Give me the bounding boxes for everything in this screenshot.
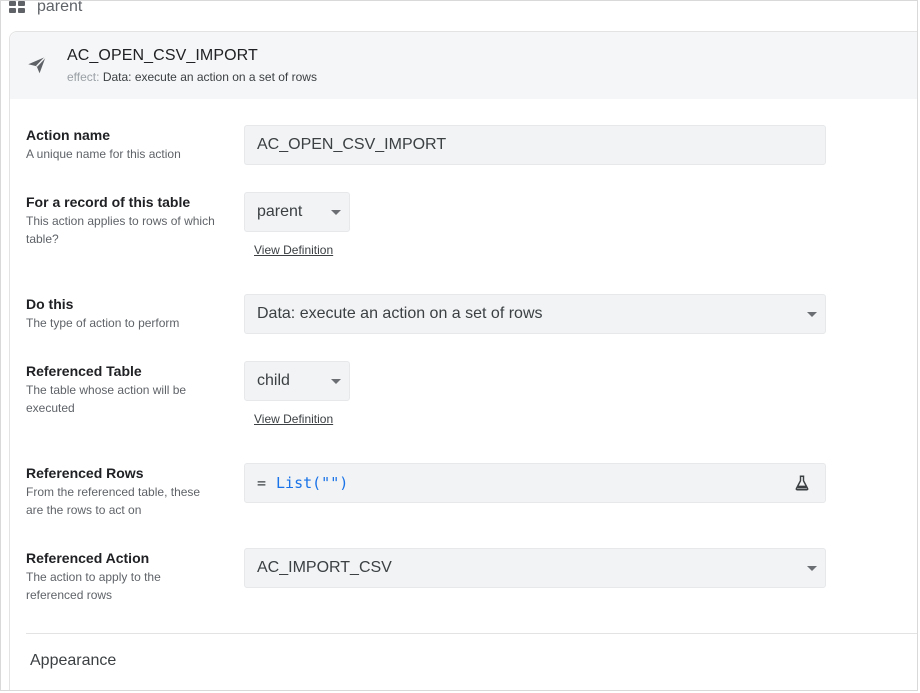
referenced-action-value: AC_IMPORT_CSV <box>257 559 392 576</box>
appearance-section-header[interactable]: Appearance <box>30 652 116 670</box>
section-divider <box>26 633 917 634</box>
formula-equals-sign: = <box>257 474 267 492</box>
referenced-table-select[interactable]: child <box>244 361 350 401</box>
action-header[interactable]: AC_OPEN_CSV_IMPORT effect: Data: execute… <box>10 32 917 99</box>
record-table-view-definition-link[interactable]: View Definition <box>254 243 333 257</box>
do-this-help: The type of action to perform <box>26 316 180 330</box>
referenced-action-row: Referenced Action The action to apply to… <box>26 549 216 604</box>
chevron-down-icon <box>331 210 341 215</box>
send-icon <box>28 56 47 74</box>
record-table-value: parent <box>257 203 303 220</box>
action-title: AC_OPEN_CSV_IMPORT <box>67 47 258 64</box>
action-name-label: Action name <box>26 127 111 143</box>
effect-prefix: effect: <box>67 70 100 84</box>
record-table-help: This action applies to rows of which tab… <box>26 214 215 246</box>
formula-text: List("") <box>276 474 349 492</box>
do-this-row: Do this The type of action to perform <box>26 295 216 332</box>
referenced-action-help: The action to apply to the referenced ro… <box>26 570 161 602</box>
action-name-row: Action name A unique name for this actio… <box>26 126 216 163</box>
action-effect: effect: Data: execute an action on a set… <box>67 70 317 84</box>
table-breadcrumb[interactable]: parent <box>9 0 83 19</box>
chevron-down-icon <box>331 379 341 384</box>
record-table-row: For a record of this table This action a… <box>26 193 216 248</box>
chevron-down-icon <box>807 566 817 571</box>
referenced-table-label: Referenced Table <box>26 363 142 379</box>
table-grid-icon <box>9 1 25 13</box>
action-name-input[interactable]: AC_OPEN_CSV_IMPORT <box>244 125 826 165</box>
table-name-label: parent <box>37 0 83 15</box>
chevron-down-icon <box>807 312 817 317</box>
record-table-select[interactable]: parent <box>244 192 350 232</box>
referenced-rows-expression-input[interactable]: = List("") <box>244 463 826 503</box>
referenced-rows-row: Referenced Rows From the referenced tabl… <box>26 464 216 519</box>
referenced-rows-help: From the referenced table, these are the… <box>26 485 201 517</box>
effect-value: Data: execute an action on a set of rows <box>102 70 317 84</box>
referenced-table-value: child <box>257 372 290 389</box>
referenced-table-help: The table whose action will be executed <box>26 383 187 415</box>
do-this-value: Data: execute an action on a set of rows <box>257 305 543 322</box>
editor-frame: parent AC_OPEN_CSV_IMPORT effect: Data: … <box>0 0 918 691</box>
action-name-help: A unique name for this action <box>26 147 181 161</box>
referenced-action-label: Referenced Action <box>26 550 150 566</box>
referenced-rows-label: Referenced Rows <box>26 465 144 481</box>
record-table-label: For a record of this table <box>26 194 191 210</box>
do-this-label: Do this <box>26 296 74 312</box>
referenced-table-row: Referenced Table The table whose action … <box>26 362 216 417</box>
referenced-table-view-definition-link[interactable]: View Definition <box>254 412 333 426</box>
do-this-select[interactable]: Data: execute an action on a set of rows <box>244 294 826 334</box>
referenced-rows-formula: = List("") <box>257 474 348 492</box>
flask-icon[interactable] <box>793 474 811 492</box>
referenced-action-select[interactable]: AC_IMPORT_CSV <box>244 548 826 588</box>
